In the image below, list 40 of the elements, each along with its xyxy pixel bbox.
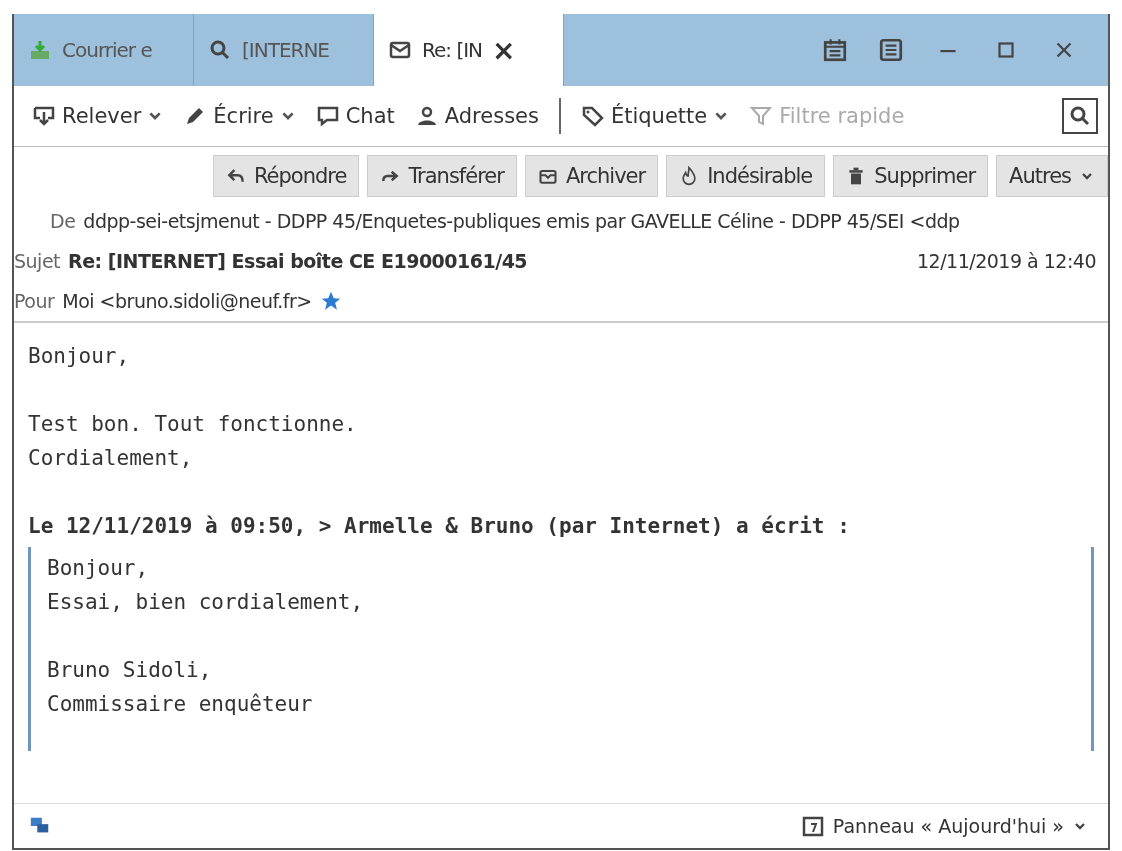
toolbar-button[interactable]: Chat: [315, 104, 395, 128]
field-label: Pour: [14, 290, 55, 312]
download-icon: [32, 104, 56, 128]
action-button[interactable]: Autres: [996, 155, 1108, 197]
filter-icon: [749, 104, 774, 128]
quoted-line: Bonjour,: [47, 555, 150, 582]
toolbar-button[interactable]: Écrire: [183, 104, 296, 128]
action-button[interactable]: Transférer: [367, 155, 517, 197]
action-button[interactable]: Indésirable: [666, 155, 826, 197]
recipient-text: Moi <bruno.sidoli@neuf.fr>: [62, 290, 312, 312]
toolbar-button[interactable]: Relever: [32, 104, 164, 128]
quoted-line: Essai, bien cordialement,: [47, 589, 365, 616]
calendar-icon[interactable]: [822, 37, 848, 63]
body-line: Test bon. Tout fonctionne.: [28, 411, 358, 438]
subject-text: Re: [INTERNET] Essai boîte CE E19000161/45: [68, 250, 528, 272]
tag-icon: [580, 104, 605, 128]
action-button[interactable]: Archiver: [524, 155, 659, 197]
search-icon: [208, 38, 232, 62]
body-line: Cordialement,: [28, 445, 194, 472]
body-line: Bonjour,: [28, 343, 131, 370]
tab[interactable]: Re: [IN ×: [374, 14, 564, 86]
quoted-line: Commissaire enquêteur: [47, 691, 314, 718]
action-button[interactable]: Supprimer: [833, 155, 989, 197]
quote-header: Le 12/11/2019 à 09:50, > Armelle & Bruno (par Internet) a écrit :: [28, 513, 851, 540]
quoted-line: Bruno Sidoli,: [47, 657, 213, 684]
inbox-icon: [28, 38, 52, 62]
calendar-icon: [800, 814, 825, 838]
date-text: 12/11/2019 à 12:40: [917, 250, 1097, 272]
toolbar-button[interactable]: Étiquette: [580, 104, 730, 128]
action-button[interactable]: Répondre: [212, 155, 360, 197]
task-list-icon[interactable]: [878, 37, 904, 63]
today-pane-button[interactable]: Panneau « Aujourd'hui »: [794, 813, 1094, 839]
field-label: Sujet: [14, 250, 61, 272]
sender-text: ddpp-sei-etsjmenut - DDPP 45/Enquetes-publiques emis par GAVELLE Céline - DDPP 45/SEI <ddp: [83, 210, 960, 232]
toolbar-button[interactable]: Adresses: [414, 104, 539, 128]
chat-icon: [315, 104, 340, 128]
search-button[interactable]: [1062, 98, 1098, 134]
field-label: De: [50, 210, 76, 232]
tab[interactable]: Courrier e: [14, 14, 194, 86]
search-icon: [1068, 104, 1092, 128]
